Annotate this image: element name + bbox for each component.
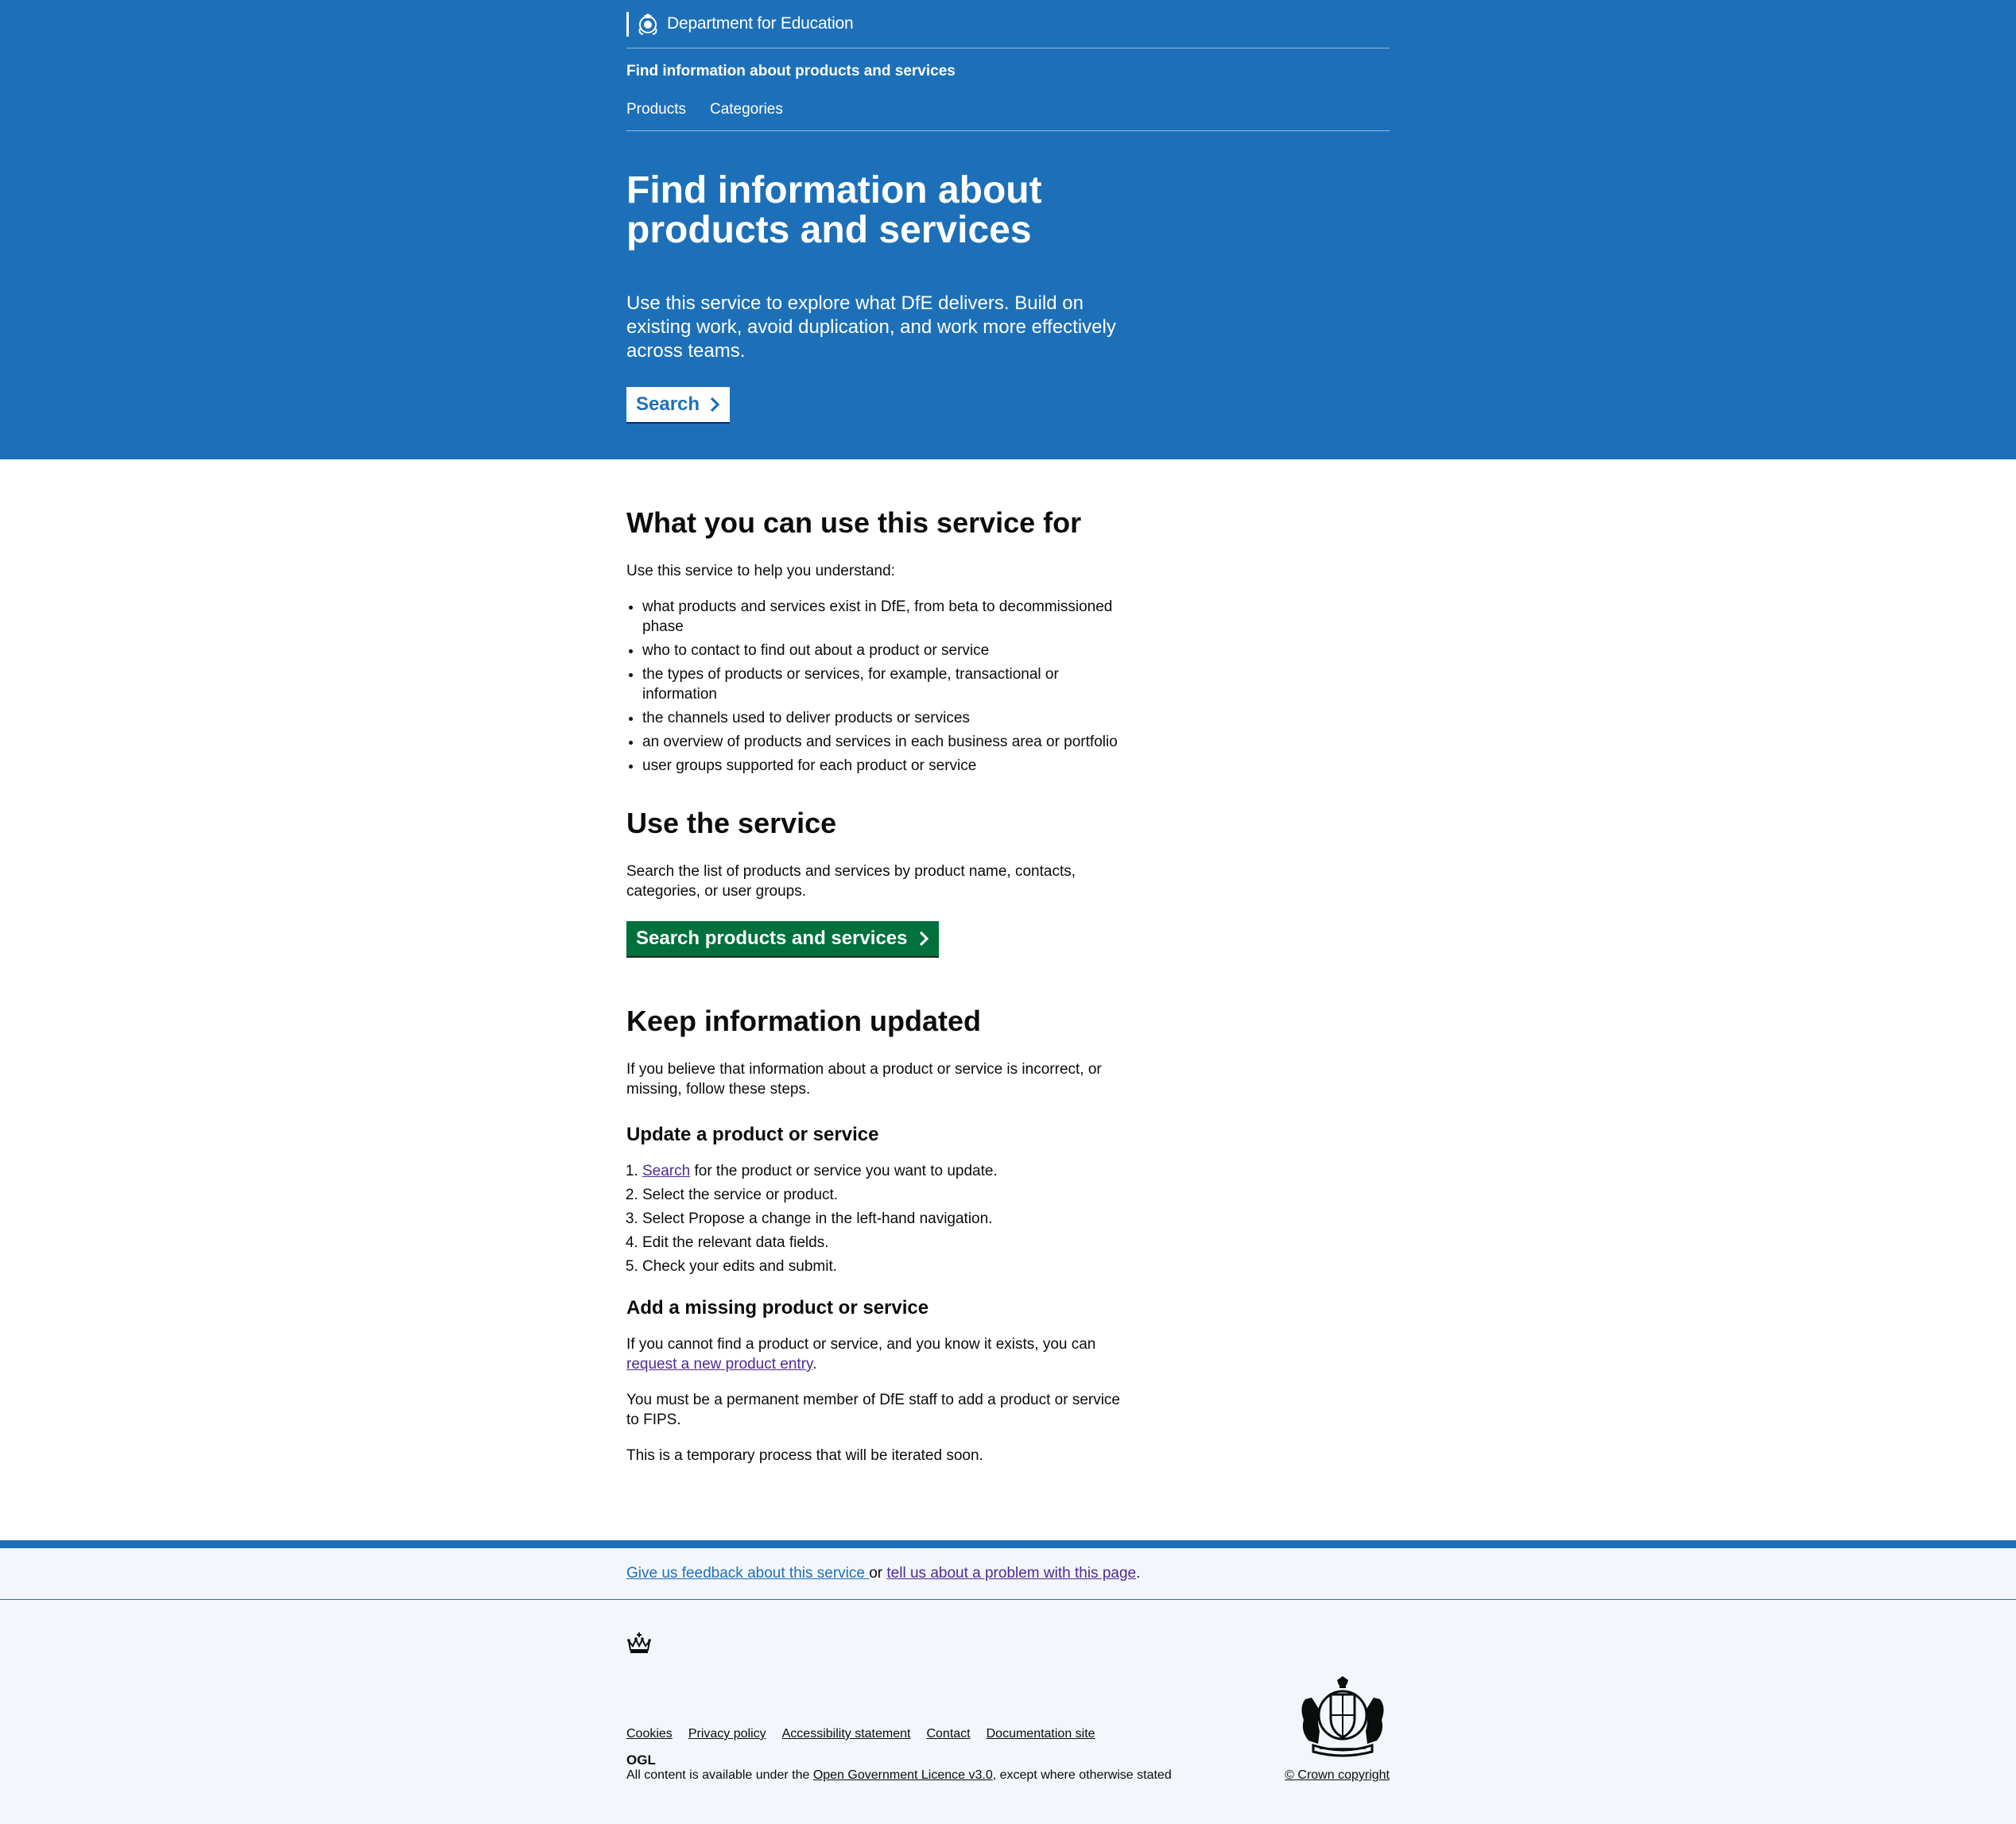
report-problem-link[interactable]: tell us about a problem with this page	[886, 1565, 1136, 1582]
search-products-button[interactable]: Search products and services	[626, 921, 940, 956]
hero: Find information about products and serv…	[626, 131, 1390, 422]
step1-text: for the product or service you want to u…	[690, 1163, 998, 1179]
header-top: Department for Education	[626, 0, 1390, 48]
hero-lead: Use this service to explore what DfE del…	[626, 292, 1116, 362]
what-heading: What you can use this service for	[626, 506, 1082, 539]
update-steps: Search for the product or service you wa…	[626, 1161, 1135, 1276]
licence-before: All content is available under the	[626, 1768, 813, 1782]
footer-link-documentation[interactable]: Documentation site	[987, 1727, 1095, 1741]
logo-bar	[626, 11, 629, 37]
use-text: Search the list of products and services…	[626, 863, 1076, 900]
list-item: what products and services exist in DfE,…	[642, 597, 1135, 637]
hero-search-button[interactable]: Search	[626, 387, 731, 422]
what-intro: Use this service to help you understand:	[626, 563, 895, 579]
chevron-right-icon	[920, 931, 929, 947]
primary-nav: Products Categories	[626, 101, 1390, 118]
list-item: the channels used to deliver products or…	[642, 708, 1135, 728]
list-item: Check your edits and submit.	[642, 1257, 1135, 1276]
what-list: what products and services exist in DfE,…	[626, 597, 1135, 776]
feedback-bar: Give us feedback about this service or t…	[0, 1548, 2016, 1600]
dfe-logo-link[interactable]: Department for Education	[626, 11, 854, 37]
department-name: Department for Education	[667, 14, 854, 33]
crown-copyright-link[interactable]: © Crown copyright	[1285, 1768, 1390, 1783]
feedback-link[interactable]: Give us feedback about this service	[626, 1565, 869, 1582]
feedback-end: .	[1136, 1565, 1141, 1582]
footer-link-accessibility[interactable]: Accessibility statement	[782, 1727, 911, 1741]
royal-coat-of-arms-icon	[1301, 1676, 1384, 1757]
site-header: Department for Education Find informatio…	[0, 0, 2016, 459]
update-heading: Update a product or service	[626, 1124, 879, 1145]
keep-text: If you believe that information about a …	[626, 1061, 1102, 1098]
permanent-staff-text: You must be a permanent member of DfE st…	[626, 1392, 1120, 1428]
list-item: who to contact to find out about a produ…	[642, 641, 1135, 660]
ogl-label: OGL	[626, 1753, 656, 1766]
list-item: Search for the product or service you wa…	[642, 1161, 1135, 1181]
temporary-text: This is a temporary process that will be…	[626, 1447, 983, 1464]
service-nav-row: Find information about products and serv…	[626, 48, 1390, 131]
ogl-logo-icon: OGL	[626, 1753, 656, 1766]
feedback-or: or	[869, 1565, 887, 1582]
licence-after: , except where otherwise stated	[992, 1768, 1172, 1782]
ogl-licence-link[interactable]: Open Government Licence v3.0	[813, 1768, 993, 1782]
request-new-entry-link[interactable]: request a new product entry	[626, 1356, 812, 1373]
search-link[interactable]: Search	[642, 1163, 690, 1179]
service-name-link[interactable]: Find information about products and serv…	[626, 63, 1390, 80]
footer-link-privacy[interactable]: Privacy policy	[688, 1727, 766, 1741]
nav-item-products[interactable]: Products	[626, 101, 686, 118]
footer-link-contact[interactable]: Contact	[926, 1727, 970, 1741]
hero-search-button-label: Search	[636, 393, 700, 415]
list-item: the types of products or services, for e…	[642, 664, 1135, 704]
site-footer: Give us feedback about this service or t…	[0, 1540, 2016, 1824]
use-heading: Use the service	[626, 807, 837, 839]
footer-links: Cookies Privacy policy Accessibility sta…	[626, 1727, 1095, 1741]
page-title: Find information about products and serv…	[626, 169, 1042, 251]
list-item: an overview of products and services in …	[642, 732, 1135, 752]
add-heading: Add a missing product or service	[626, 1297, 929, 1319]
add-text-before: If you cannot find a product or service,…	[626, 1336, 1096, 1353]
list-item: Edit the relevant data fields.	[642, 1233, 1135, 1253]
main-content: What you can use this service for Use th…	[0, 459, 2016, 1540]
list-item: Select Propose a change in the left-hand…	[642, 1209, 1135, 1229]
chevron-right-icon	[710, 397, 720, 412]
keep-heading: Keep information updated	[626, 1005, 982, 1037]
nav-item-categories[interactable]: Categories	[710, 101, 783, 118]
search-products-button-label: Search products and services	[636, 927, 908, 949]
list-item: Select the service or product.	[642, 1185, 1135, 1205]
footer-body: Cookies Privacy policy Accessibility sta…	[626, 1600, 1390, 1822]
add-text: If you cannot find a product or service,…	[626, 1334, 1135, 1374]
add-text-after: .	[812, 1356, 817, 1373]
footer-link-cookies[interactable]: Cookies	[626, 1727, 673, 1741]
crown-icon	[627, 1632, 651, 1653]
licence-text: All content is available under the Open …	[626, 1768, 1172, 1783]
crest-icon	[638, 14, 657, 35]
list-item: user groups supported for each product o…	[642, 756, 1135, 776]
